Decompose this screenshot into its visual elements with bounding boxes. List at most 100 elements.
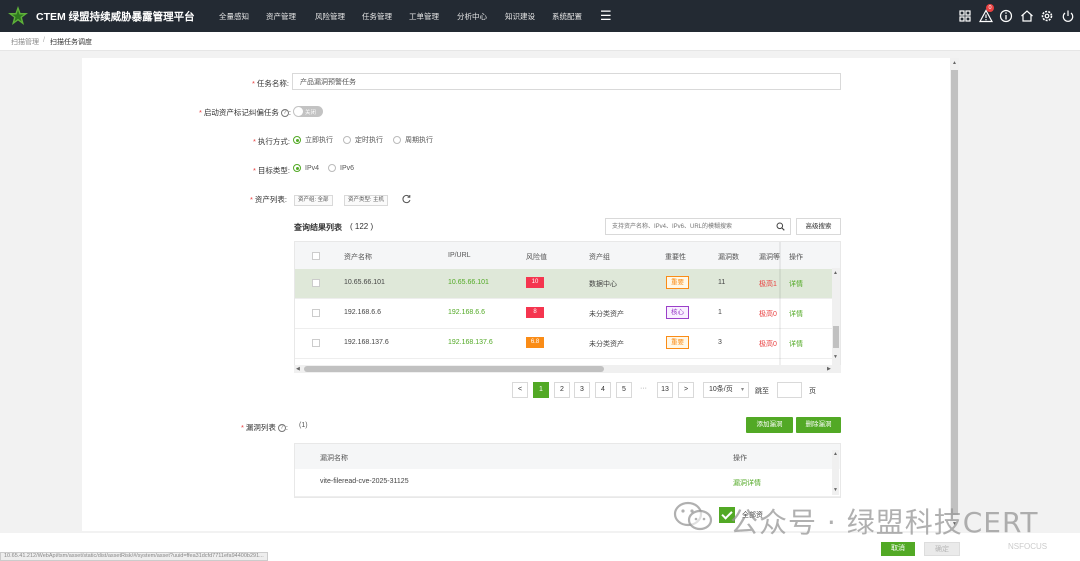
table-row[interactable]: 192.168.6.6 192.168.6.6 8 未分类资产 核心 1 极高0… <box>295 299 840 329</box>
exec-radio-scheduled[interactable]: 定时执行 <box>343 135 383 145</box>
exec-radio-immediate[interactable]: 立即执行 <box>293 135 333 145</box>
horizontal-scroll-thumb[interactable] <box>304 366 604 372</box>
table-row[interactable]: 10.65.66.101 10.65.66.101 10 数据中心 重要 11 … <box>295 269 840 299</box>
vuln-list-label-text: 漏洞列表 <box>245 423 276 432</box>
detail-link[interactable]: 详情 <box>789 309 803 319</box>
select-all-checkbox[interactable] <box>312 252 320 260</box>
scroll-down-icon[interactable]: ▼ <box>833 487 838 493</box>
col-ip-url: IP/URL <box>448 252 471 259</box>
row-checkbox[interactable] <box>312 309 320 317</box>
asset-search-input[interactable] <box>606 219 790 234</box>
nav-item-tickets[interactable]: 工单管理 <box>409 11 439 22</box>
breadcrumb-parent[interactable]: 扫描管理 <box>11 37 39 47</box>
switch-text: 关闭 <box>305 110 317 116</box>
cell-vuln-name: vite-fileread-cve-2025-31125 <box>320 478 409 485</box>
radio-label: 周期执行 <box>405 137 433 144</box>
nav-item-analysis[interactable]: 分析中心 <box>457 11 487 22</box>
prev-page-button[interactable]: < <box>512 382 528 398</box>
page-scrollbar[interactable]: ▲ ▼ <box>950 58 959 531</box>
page-button-2[interactable]: 2 <box>554 382 570 398</box>
asset-search-box[interactable] <box>605 218 791 235</box>
home-icon[interactable] <box>1020 9 1034 23</box>
cell-ip[interactable]: 192.168.6.6 <box>448 309 485 316</box>
scroll-right-icon[interactable]: ▶ <box>827 366 831 372</box>
help-icon[interactable]: ? <box>280 109 289 118</box>
vuln-table-row[interactable]: vite-fileread-cve-2025-31125 漏洞详情 <box>295 469 840 497</box>
detail-link[interactable]: 详情 <box>789 339 803 349</box>
menu-icon[interactable]: ☰ <box>600 9 612 22</box>
table-horizontal-scrollbar[interactable]: ◀ ▶ <box>294 365 841 373</box>
info-icon[interactable] <box>999 9 1013 23</box>
jump-page-input[interactable] <box>777 382 802 398</box>
page-button-5[interactable]: 5 <box>616 382 632 398</box>
scroll-up-icon[interactable]: ▲ <box>833 270 838 276</box>
page-button-4[interactable]: 4 <box>595 382 611 398</box>
page-size-value: 10条/页 <box>709 386 733 393</box>
detail-link[interactable]: 详情 <box>789 279 803 289</box>
delete-vuln-button[interactable]: 删除漏洞 <box>796 417 841 433</box>
cancel-button[interactable]: 取消 <box>881 542 915 556</box>
page-button-3[interactable]: 3 <box>574 382 590 398</box>
scroll-up-icon[interactable]: ▲ <box>833 451 838 457</box>
nav-item-risk[interactable]: 风险管理 <box>315 11 345 22</box>
power-icon[interactable] <box>1061 9 1075 23</box>
page-button-1[interactable]: 1 <box>533 382 549 398</box>
target-radio-ipv6[interactable]: IPv6 <box>328 164 354 172</box>
cell-ip[interactable]: 192.168.137.6 <box>448 339 493 346</box>
page-ellipsis[interactable]: ··· <box>640 385 647 392</box>
scroll-left-icon[interactable]: ◀ <box>296 366 300 372</box>
radio-label: 定时执行 <box>355 137 383 144</box>
status-bar-url: 10.65.41.212/WebApi/tsm/asset/static/dis… <box>0 552 268 561</box>
next-page-button[interactable]: > <box>678 382 694 398</box>
row-checkbox[interactable] <box>312 279 320 287</box>
confirm-button[interactable]: 确定 <box>924 542 960 556</box>
settings-icon[interactable] <box>1040 9 1054 23</box>
task-name-field[interactable] <box>292 73 841 90</box>
refresh-icon[interactable] <box>401 194 412 205</box>
nav-item-overview[interactable]: 全量感知 <box>219 11 249 22</box>
page-scroll-thumb[interactable] <box>951 70 958 515</box>
breadcrumb: 扫描管理 / 扫描任务调度 <box>0 32 1080 51</box>
asset-list-label-text: 资产列表: <box>254 195 288 204</box>
nav-item-knowledge[interactable]: 知识建设 <box>505 11 535 22</box>
search-icon[interactable] <box>776 222 785 231</box>
radio-label: IPv6 <box>340 164 355 172</box>
vertical-scroll-thumb[interactable] <box>833 326 839 348</box>
nav-item-system[interactable]: 系统配置 <box>552 11 582 22</box>
asset-group-tag[interactable]: 资产组: 全部 <box>294 195 333 206</box>
radio-circle <box>293 136 301 144</box>
cell-group: 数据中心 <box>589 281 617 288</box>
nav-item-tasks[interactable]: 任务管理 <box>362 11 392 22</box>
nav-item-assets[interactable]: 资产管理 <box>266 11 296 22</box>
scroll-down-icon[interactable]: ▼ <box>833 354 838 360</box>
exec-radio-periodic[interactable]: 周期执行 <box>393 135 433 145</box>
col-vuln-level: 漏洞等 <box>759 254 780 261</box>
radio-circle <box>393 136 401 144</box>
wechat-icon <box>673 501 713 531</box>
scroll-up-icon[interactable]: ▲ <box>952 60 957 66</box>
table-row[interactable]: 192.168.137.6 192.168.137.6 6.8 未分类资产 重要… <box>295 329 840 359</box>
vuln-detail-link[interactable]: 漏洞详情 <box>733 478 761 488</box>
add-vuln-button[interactable]: 添加漏洞 <box>746 417 793 433</box>
target-radio-ipv4[interactable]: IPv4 <box>293 164 319 172</box>
asset-type-tag[interactable]: 资产类型: 主机 <box>344 195 389 206</box>
fixed-column-shadow <box>779 242 781 365</box>
page-button-last[interactable]: 13 <box>657 382 673 398</box>
cell-ip[interactable]: 10.65.66.101 <box>448 279 489 286</box>
radio-circle <box>293 164 301 172</box>
radio-circle <box>328 164 336 172</box>
result-list-title: 查询结果列表 <box>294 223 342 232</box>
apps-icon[interactable] <box>958 9 972 23</box>
cell-asset-name: 192.168.6.6 <box>344 309 381 316</box>
page-size-select[interactable]: 10条/页 ▾ <box>703 382 749 398</box>
advanced-search-button[interactable]: 高级搜索 <box>796 218 841 235</box>
vuln-table-scrollbar[interactable]: ▲ ▼ <box>832 450 839 495</box>
table-vertical-scrollbar[interactable]: ▲ ▼ <box>832 268 840 365</box>
row-checkbox[interactable] <box>312 339 320 347</box>
help-icon[interactable]: ? <box>277 424 286 433</box>
breadcrumb-current: 扫描任务调度 <box>50 39 92 46</box>
vuln-count: (1) <box>299 422 308 429</box>
start-tag-switch[interactable]: 关闭 <box>293 106 323 117</box>
task-name-input[interactable] <box>293 74 840 89</box>
jump-label: 跳至 <box>755 388 769 395</box>
